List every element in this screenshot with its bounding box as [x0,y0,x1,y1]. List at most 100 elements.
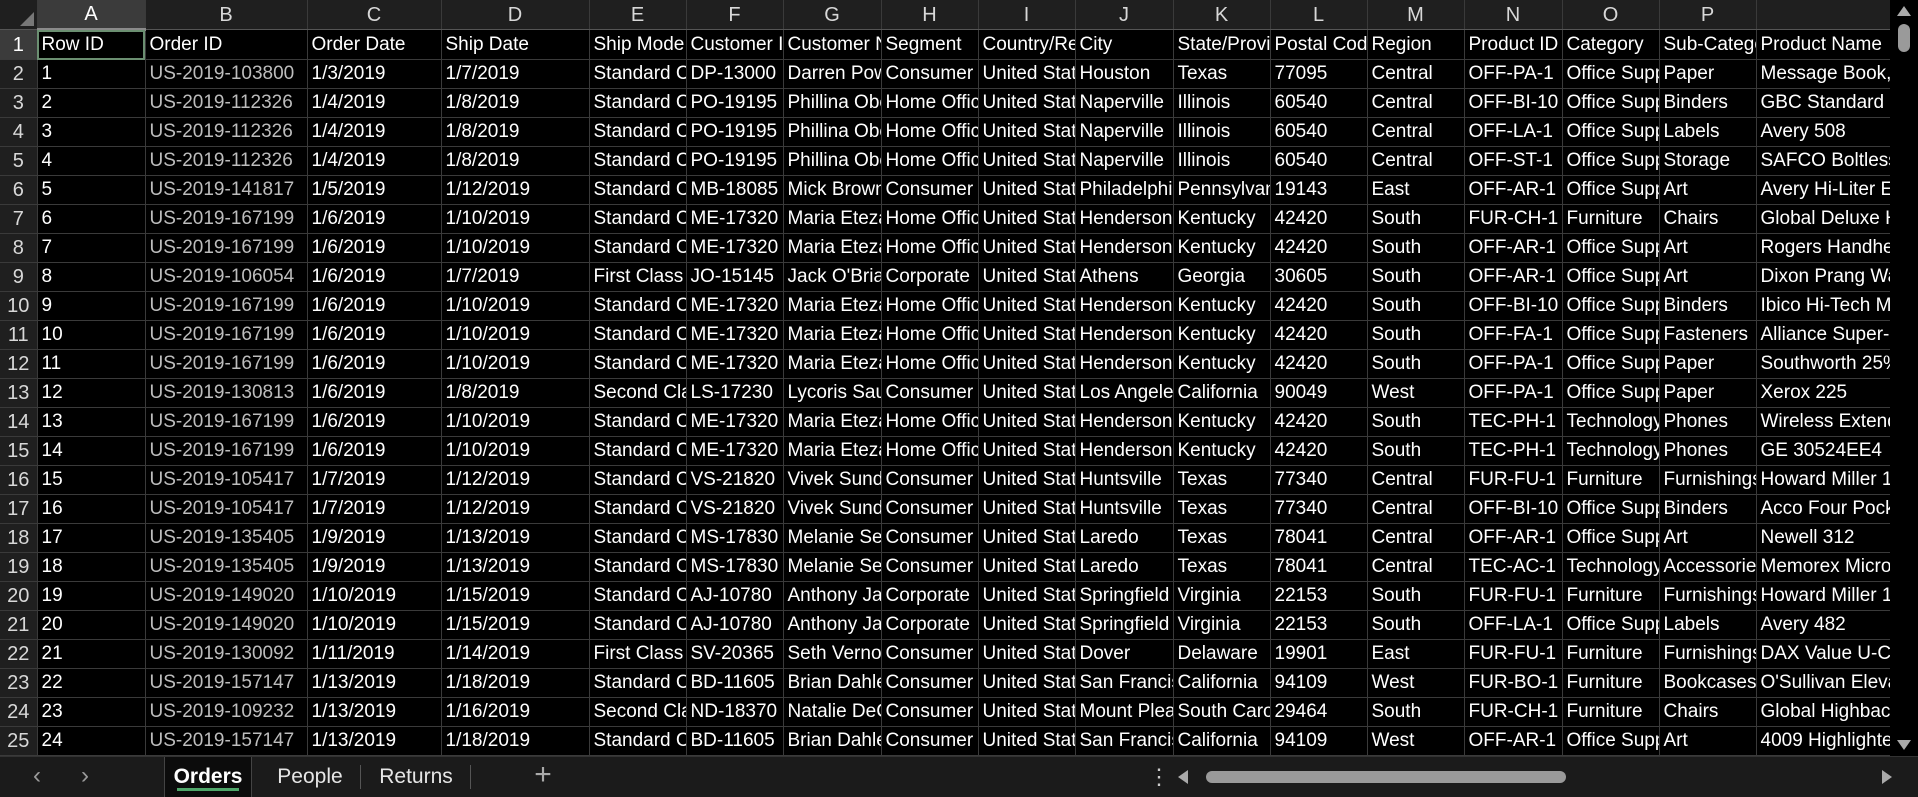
grid-cell[interactable]: 14 [37,436,146,466]
grid-cell[interactable]: Standard Class [589,320,687,350]
grid-cell[interactable]: US-2019-130092 [145,639,308,669]
grid-cell[interactable]: Texas [1173,552,1271,582]
grid-cell[interactable]: Henderson [1075,233,1174,263]
grid-cell[interactable]: Central [1367,494,1465,524]
grid-cell[interactable]: 42420 [1270,436,1368,466]
row-header[interactable]: 2 [0,59,38,89]
grid-cell[interactable]: 11 [37,349,146,379]
grid-cell[interactable]: Kentucky [1173,233,1271,263]
grid-cell[interactable]: 1/4/2019 [307,146,442,176]
grid-cell[interactable]: Henderson [1075,320,1174,350]
row-header[interactable]: 1 [0,29,38,60]
grid-cell[interactable]: United States [978,291,1076,321]
grid-cell[interactable]: Howard Miller 11 [1756,581,1890,611]
grid-cell[interactable]: Kentucky [1173,204,1271,234]
grid-cell[interactable]: FUR-FU-1 [1464,465,1563,495]
grid-cell[interactable]: Maria Etezadi [783,204,882,234]
grid-cell[interactable]: OFF-AR-1 [1464,233,1563,263]
grid-cell[interactable]: Standard Class [589,204,687,234]
grid-cell[interactable]: US-2019-149020 [145,581,308,611]
grid-cell[interactable]: 16 [37,494,146,524]
grid-cell[interactable]: FUR-CH-1 [1464,204,1563,234]
grid-cell[interactable]: 15 [37,465,146,495]
grid-cell[interactable]: Art [1659,233,1757,263]
grid-cell[interactable]: South [1367,407,1465,437]
column-header-n[interactable]: N [1464,0,1563,30]
grid-cell[interactable]: 1/8/2019 [441,146,590,176]
grid-cell[interactable]: Standard Class [589,552,687,582]
grid-cell[interactable]: US-2019-141817 [145,175,308,205]
grid-cell[interactable]: Consumer [881,552,979,582]
grid-cell[interactable]: 1/6/2019 [307,262,442,292]
grid-cell[interactable]: VS-21820 [686,465,784,495]
grid-cell[interactable]: Office Supplies [1562,378,1660,408]
row-header[interactable]: 17 [0,494,38,524]
grid-cell[interactable]: Home Office [881,436,979,466]
grid-cell[interactable]: PO-19195 [686,117,784,147]
grid-cell[interactable]: 42420 [1270,349,1368,379]
grid-cell[interactable]: Standard Class [589,175,687,205]
scroll-left-arrow-icon[interactable] [1178,770,1188,784]
grid-cell[interactable]: Binders [1659,88,1757,118]
grid-cell[interactable]: Home Office [881,146,979,176]
grid-cell[interactable]: United States [978,668,1076,698]
grid-cell[interactable]: Consumer [881,175,979,205]
grid-cell[interactable]: Standard Class [589,436,687,466]
row-header[interactable]: 8 [0,233,38,263]
grid-cell[interactable]: 1/4/2019 [307,117,442,147]
grid-cell[interactable]: OFF-BI-10 [1464,291,1563,321]
column-header-k[interactable]: K [1173,0,1271,30]
grid-cell[interactable]: US-2019-112326 [145,146,308,176]
grid-cell[interactable]: United States [978,465,1076,495]
row-header[interactable]: 24 [0,697,38,727]
grid-cell[interactable]: 19901 [1270,639,1368,669]
grid-cell[interactable]: Maria Etezadi [783,320,882,350]
grid-cell[interactable]: Standard Class [589,610,687,640]
grid-cell[interactable]: 1/6/2019 [307,291,442,321]
grid-cell[interactable]: United States [978,262,1076,292]
grid-cell[interactable]: Home Office [881,349,979,379]
grid-cell[interactable]: Office Supplies [1562,262,1660,292]
grid-cell[interactable]: Standard Class [589,291,687,321]
grid-cell[interactable]: Illinois [1173,146,1271,176]
grid-cell[interactable]: LS-17230 [686,378,784,408]
column-header-l[interactable]: L [1270,0,1368,30]
grid-cell[interactable]: Athens [1075,262,1174,292]
grid-cell[interactable]: Standard Class [589,117,687,147]
grid-cell[interactable]: California [1173,668,1271,698]
grid-cell[interactable]: Virginia [1173,610,1271,640]
grid-cell[interactable]: OFF-PA-1 [1464,378,1563,408]
grid-cell[interactable]: Vivek Sundaresam [783,465,882,495]
grid-cell[interactable]: Labels [1659,610,1757,640]
grid-cell[interactable]: US-2019-149020 [145,610,308,640]
grid-cell[interactable]: Huntsville [1075,494,1174,524]
header-cell[interactable]: Country/Region [978,29,1076,60]
row-header[interactable]: 12 [0,349,38,379]
column-header-d[interactable]: D [441,0,590,30]
grid-cell[interactable]: 1/18/2019 [441,668,590,698]
grid-cell[interactable]: 1/3/2019 [307,59,442,89]
grid-cell[interactable]: 1/16/2019 [441,697,590,727]
grid-cell[interactable]: Art [1659,726,1757,756]
grid-cell[interactable]: US-2019-105417 [145,465,308,495]
grid-cell[interactable]: Standard Class [589,465,687,495]
grid-cell[interactable]: Home Office [881,407,979,437]
row-header[interactable]: 18 [0,523,38,553]
grid-cell[interactable]: Kentucky [1173,320,1271,350]
grid-cell[interactable]: US-2019-167199 [145,233,308,263]
grid-cell[interactable]: OFF-AR-1 [1464,262,1563,292]
grid-cell[interactable]: United States [978,88,1076,118]
row-header[interactable]: 16 [0,465,38,495]
grid-cell[interactable]: VS-21820 [686,494,784,524]
grid-cell[interactable]: Virginia [1173,581,1271,611]
grid-cell[interactable]: United States [978,233,1076,263]
grid-cell[interactable]: Fasteners [1659,320,1757,350]
header-cell[interactable]: Segment [881,29,979,60]
grid-cell[interactable]: US-2019-157147 [145,668,308,698]
grid-cell[interactable]: AJ-10780 [686,581,784,611]
spreadsheet-grid[interactable]: ABCDEFGHIJKLMNOP 1 Row ID Order ID Order Da… [0,0,1890,756]
grid-cell[interactable]: South Carolina [1173,697,1271,727]
row-header[interactable]: 20 [0,581,38,611]
grid-cell[interactable]: 42420 [1270,204,1368,234]
grid-cell[interactable]: Chairs [1659,697,1757,727]
